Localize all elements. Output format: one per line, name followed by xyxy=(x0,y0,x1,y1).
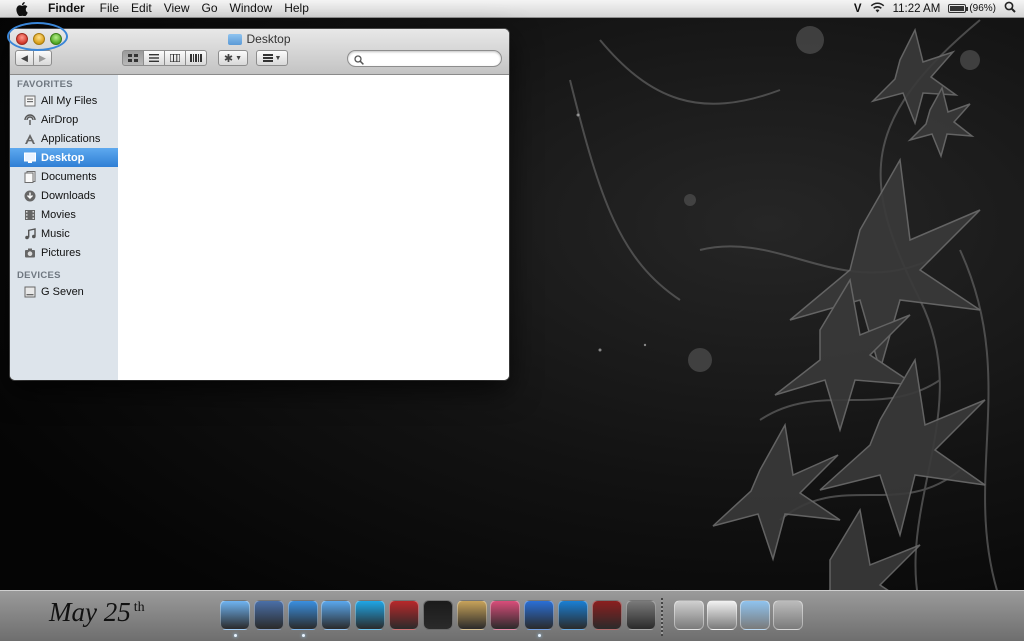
column-view-button[interactable] xyxy=(164,50,186,66)
dock-photo-app-icon[interactable] xyxy=(490,600,520,630)
clock[interactable]: 11:22 AM xyxy=(893,3,941,15)
sidebar-section-devices: DEVICES xyxy=(17,270,61,281)
finder-window: Desktop ◀ ▶ ✱ ▼ ▼ FAVORITES All My Files… xyxy=(10,29,509,380)
coverflow-view-icon xyxy=(190,54,202,62)
running-indicator xyxy=(234,634,237,637)
search-icon xyxy=(354,53,364,68)
sidebar-item-label: AirDrop xyxy=(41,113,79,126)
applications-icon xyxy=(24,133,36,145)
apple-menu-icon[interactable] xyxy=(14,1,30,17)
finder-sidebar: FAVORITES All My Files AirDrop Applicati… xyxy=(10,75,119,380)
action-button[interactable]: ✱ ▼ xyxy=(218,50,248,66)
dock-documents-stack-icon[interactable] xyxy=(707,600,737,630)
window-title-text: Desktop xyxy=(246,32,291,46)
dock-system-apple-icon[interactable] xyxy=(674,600,704,630)
menu-help[interactable]: Help xyxy=(278,0,315,17)
wifi-icon[interactable] xyxy=(870,1,885,16)
running-indicator xyxy=(302,634,305,637)
sidebar-item-desktop[interactable]: Desktop xyxy=(10,148,118,167)
list-view-button[interactable] xyxy=(143,50,165,66)
sidebar-item-label: Applications xyxy=(41,132,101,145)
sidebar-item-documents[interactable]: Documents xyxy=(10,167,118,186)
back-button[interactable]: ◀ xyxy=(15,50,34,66)
sidebar-item-label: Documents xyxy=(41,170,97,183)
sidebar-item-label: G Seven xyxy=(41,285,84,298)
music-icon xyxy=(24,227,36,240)
dock-safari-icon[interactable] xyxy=(288,600,318,630)
dock-address-book-icon[interactable] xyxy=(457,600,487,630)
battery-status[interactable]: (96%) xyxy=(948,3,996,14)
battery-percent: (96%) xyxy=(969,3,996,14)
menu-go[interactable]: Go xyxy=(196,0,224,17)
user-menu[interactable]: V xyxy=(854,3,862,15)
menu-extras: V 11:22 AM (96%) xyxy=(854,0,1016,17)
dock-trash-icon[interactable] xyxy=(773,600,803,630)
traffic-lights-highlight xyxy=(7,22,68,51)
coverflow-view-button[interactable] xyxy=(185,50,207,66)
documents-icon xyxy=(24,170,36,183)
menu-window[interactable]: Window xyxy=(224,0,279,17)
dock-skype-icon[interactable] xyxy=(355,600,385,630)
dock-kindle-icon[interactable] xyxy=(423,600,453,630)
sidebar-item-label: Downloads xyxy=(41,189,96,202)
window-toolbar: Desktop ◀ ▶ ✱ ▼ ▼ xyxy=(10,29,509,75)
desktop-date-widget: May 25th xyxy=(49,597,145,628)
pictures-icon xyxy=(24,247,36,259)
sidebar-item-label: Music xyxy=(41,227,70,240)
sidebar-item-label: All My Files xyxy=(41,94,98,107)
sidebar-section-favorites: FAVORITES xyxy=(17,79,73,90)
dock-separator xyxy=(661,598,663,636)
column-view-icon xyxy=(170,54,180,62)
folder-icon xyxy=(228,33,243,45)
date-suffix: th xyxy=(133,600,145,615)
dock-finder-icon[interactable] xyxy=(220,600,250,630)
menu-bar: Finder File Edit View Go Window Help V 1… xyxy=(0,0,1024,18)
dock-automator-icon[interactable] xyxy=(626,600,656,630)
file-content-area[interactable] xyxy=(118,75,509,380)
sidebar-item-downloads[interactable]: Downloads xyxy=(10,186,118,205)
sidebar-item-movies[interactable]: Movies xyxy=(10,205,118,224)
hard-drive-icon xyxy=(24,286,36,298)
running-indicator xyxy=(538,634,541,637)
sidebar-item-applications[interactable]: Applications xyxy=(10,129,118,148)
all-files-icon xyxy=(24,95,36,107)
airdrop-icon xyxy=(24,113,36,126)
date-text: May 25 xyxy=(49,597,131,627)
icon-view-icon xyxy=(128,54,138,62)
sidebar-item-label: Pictures xyxy=(41,246,81,259)
forward-button[interactable]: ▶ xyxy=(33,50,52,66)
dock-dictionary-icon[interactable] xyxy=(389,600,419,630)
arrange-icon xyxy=(262,54,273,62)
window-title: Desktop xyxy=(10,32,509,46)
battery-icon xyxy=(948,4,969,13)
dock-itunes-icon[interactable] xyxy=(524,600,554,630)
menu-edit[interactable]: Edit xyxy=(125,0,158,17)
downloads-icon xyxy=(24,190,36,202)
sidebar-item-label: Movies xyxy=(41,208,76,221)
arrange-button[interactable]: ▼ xyxy=(256,50,288,66)
menu-file[interactable]: File xyxy=(94,0,125,17)
dock-downloads-stack-icon[interactable] xyxy=(740,600,770,630)
search-input[interactable] xyxy=(347,50,502,67)
sidebar-item-label: Desktop xyxy=(41,151,85,164)
gear-icon: ✱ xyxy=(223,52,234,65)
desktop-icon xyxy=(24,152,36,164)
list-view-icon xyxy=(149,54,159,62)
view-mode-buttons xyxy=(122,50,207,66)
movies-icon xyxy=(24,209,36,221)
sidebar-item-pictures[interactable]: Pictures xyxy=(10,243,118,262)
sidebar-item-all-my-files[interactable]: All My Files xyxy=(10,91,118,110)
sidebar-item-music[interactable]: Music xyxy=(10,224,118,243)
dock-mail-icon[interactable] xyxy=(254,600,284,630)
dock-messages-icon[interactable] xyxy=(321,600,351,630)
dock-mountain-app-icon[interactable] xyxy=(592,600,622,630)
icon-view-button[interactable] xyxy=(122,50,144,66)
sidebar-item-g-seven[interactable]: G Seven xyxy=(10,282,118,301)
sidebar-item-airdrop[interactable]: AirDrop xyxy=(10,110,118,129)
menu-view[interactable]: View xyxy=(158,0,196,17)
spotlight-icon[interactable] xyxy=(1004,1,1016,16)
dock-teamviewer-icon[interactable] xyxy=(558,600,588,630)
menu-app-name[interactable]: Finder xyxy=(40,0,94,17)
